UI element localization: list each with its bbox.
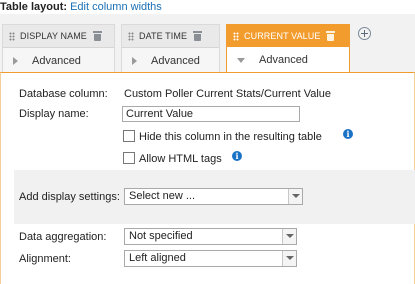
hide-column-checkbox[interactable] <box>123 130 135 142</box>
column-header[interactable]: DATE TIME <box>122 25 219 47</box>
alignment-label: Alignment: <box>19 253 71 265</box>
display-settings-select[interactable]: Select new ... <box>124 188 303 205</box>
chevron-right-icon <box>13 56 18 65</box>
trash-icon[interactable] <box>193 31 203 41</box>
data-aggregation-label: Data aggregation: <box>19 231 107 243</box>
column-title: DISPLAY NAME <box>20 31 87 41</box>
edit-column-widths-link[interactable]: Edit column widths <box>70 1 162 13</box>
drag-handle-icon[interactable] <box>128 31 134 41</box>
drag-handle-icon[interactable] <box>233 31 239 41</box>
column-advanced-toggle[interactable]: Advanced <box>122 47 219 73</box>
data-aggregation-value: Not specified <box>129 230 193 242</box>
alignment-select[interactable]: Left aligned <box>124 250 297 267</box>
chevron-down-icon <box>288 189 302 204</box>
data-aggregation-select[interactable]: Not specified <box>124 228 297 245</box>
chevron-right-icon <box>132 56 137 65</box>
column-date-time[interactable]: DATE TIME Advanced <box>121 24 220 73</box>
hide-column-label: Hide this column in the resulting table <box>139 131 322 143</box>
chevron-down-icon <box>237 57 245 63</box>
info-icon[interactable]: i <box>343 129 353 139</box>
display-name-label: Display name: <box>19 108 89 120</box>
table-layout-header: Table layout: Edit column widths <box>0 0 162 14</box>
chevron-down-icon <box>282 251 296 266</box>
column-display-name[interactable]: DISPLAY NAME Advanced <box>2 24 115 73</box>
trash-icon[interactable] <box>92 31 102 41</box>
trash-icon[interactable] <box>326 31 336 41</box>
column-header[interactable]: CURRENT VALUE <box>227 25 349 47</box>
column-title: DATE TIME <box>139 31 188 41</box>
add-circle-icon[interactable] <box>358 27 371 40</box>
database-column-label: Database column: <box>19 88 108 100</box>
display-settings-value: Select new ... <box>129 190 196 202</box>
info-icon[interactable]: i <box>232 151 242 161</box>
allow-html-checkbox[interactable] <box>123 152 135 164</box>
column-title: CURRENT VALUE <box>244 31 321 41</box>
alignment-value: Left aligned <box>129 252 186 264</box>
column-advanced-toggle[interactable]: Advanced <box>227 47 349 73</box>
column-advanced-label: Advanced <box>32 54 81 67</box>
display-settings-label: Add display settings: <box>19 191 120 203</box>
column-advanced-label: Advanced <box>151 54 200 67</box>
allow-html-label: Allow HTML tags <box>139 153 222 165</box>
column-advanced-label: Advanced <box>259 54 308 66</box>
drag-handle-icon[interactable] <box>9 31 15 41</box>
column-current-value[interactable]: CURRENT VALUE Advanced <box>226 24 350 73</box>
column-header[interactable]: DISPLAY NAME <box>3 25 114 47</box>
database-column-value: Custom Poller Current Stats/Current Valu… <box>124 88 332 100</box>
chevron-down-icon <box>282 229 296 244</box>
display-name-input[interactable]: Current Value <box>122 106 300 122</box>
column-advanced-toggle[interactable]: Advanced <box>3 47 114 73</box>
table-layout-label: Table layout: <box>0 1 68 13</box>
